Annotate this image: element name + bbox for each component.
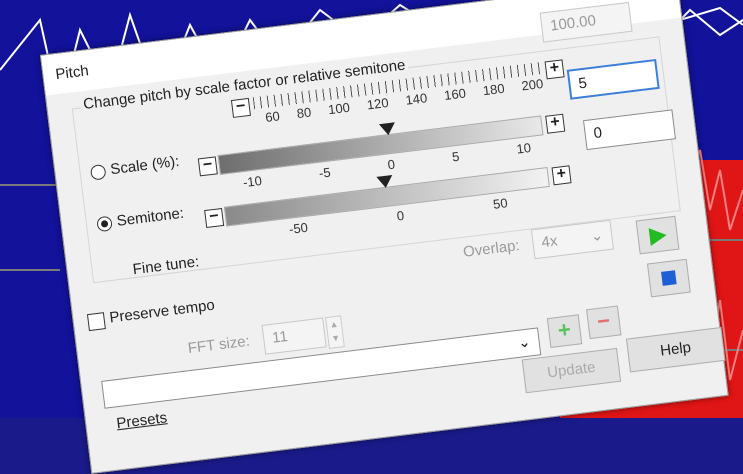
tick-label: 10 bbox=[515, 139, 532, 157]
semitone-minus-button[interactable]: − bbox=[197, 156, 218, 177]
semitone-label: Semitone: bbox=[115, 204, 185, 230]
tick-label: 5 bbox=[451, 148, 461, 165]
play-icon bbox=[648, 228, 667, 246]
pitch-dialog: Pitch Change pitch by scale factor or re… bbox=[40, 0, 729, 474]
tick-label: 200 bbox=[520, 75, 545, 94]
overlap-value: 4x bbox=[540, 232, 559, 252]
dialog-title: Pitch bbox=[54, 62, 90, 84]
chevron-down-icon: ⌄ bbox=[517, 333, 532, 352]
scale-label: Scale (%): bbox=[109, 152, 181, 179]
help-button[interactable]: Help bbox=[625, 327, 726, 373]
fft-size-label: FFT size: bbox=[186, 332, 251, 358]
add-preset-button[interactable]: + bbox=[546, 314, 583, 348]
scale-plus-button[interactable]: + bbox=[544, 59, 565, 80]
finetune-slider-thumb[interactable] bbox=[376, 174, 394, 189]
remove-preset-button[interactable]: − bbox=[586, 305, 622, 340]
scale-minus-button[interactable]: − bbox=[230, 97, 251, 118]
tick-label: 80 bbox=[295, 104, 313, 122]
plus-icon: + bbox=[556, 316, 573, 343]
preserve-tempo-label: Preserve tempo bbox=[108, 296, 216, 327]
finetune-plus-button[interactable]: + bbox=[551, 165, 572, 186]
tick-label: 160 bbox=[443, 85, 467, 103]
tick-label: 180 bbox=[481, 80, 506, 99]
semitone-slider-thumb[interactable] bbox=[378, 122, 397, 137]
overlap-label: Overlap: bbox=[462, 237, 521, 261]
semitone-radio[interactable] bbox=[96, 215, 113, 233]
scale-radio[interactable] bbox=[89, 163, 107, 181]
minus-icon: − bbox=[595, 307, 612, 334]
presets-label: Presets bbox=[115, 409, 169, 433]
tick-label: -5 bbox=[318, 164, 332, 181]
tick-label: -50 bbox=[288, 219, 309, 237]
tick-label: 140 bbox=[404, 90, 429, 108]
tick-label: 120 bbox=[366, 94, 390, 113]
tick-label: 60 bbox=[264, 108, 281, 125]
tick-label: 50 bbox=[492, 195, 509, 212]
fft-size-field[interactable]: 11 bbox=[261, 317, 327, 355]
semitone-plus-button[interactable]: + bbox=[545, 113, 566, 134]
finetune-label: Fine tune: bbox=[131, 253, 201, 279]
tick-label: -10 bbox=[242, 172, 263, 191]
finetune-minus-button[interactable]: − bbox=[204, 207, 225, 229]
preserve-tempo-checkbox[interactable] bbox=[86, 312, 106, 332]
play-button[interactable] bbox=[635, 215, 680, 255]
stop-icon bbox=[661, 270, 677, 286]
tick-label: 0 bbox=[395, 207, 405, 224]
chevron-down-icon: ⌄ bbox=[589, 226, 605, 246]
tick-label: 0 bbox=[386, 156, 396, 173]
tick-label: 100 bbox=[327, 99, 351, 118]
fft-size-spinner[interactable]: ▲ ▼ bbox=[325, 315, 345, 349]
stop-button[interactable] bbox=[646, 258, 691, 298]
